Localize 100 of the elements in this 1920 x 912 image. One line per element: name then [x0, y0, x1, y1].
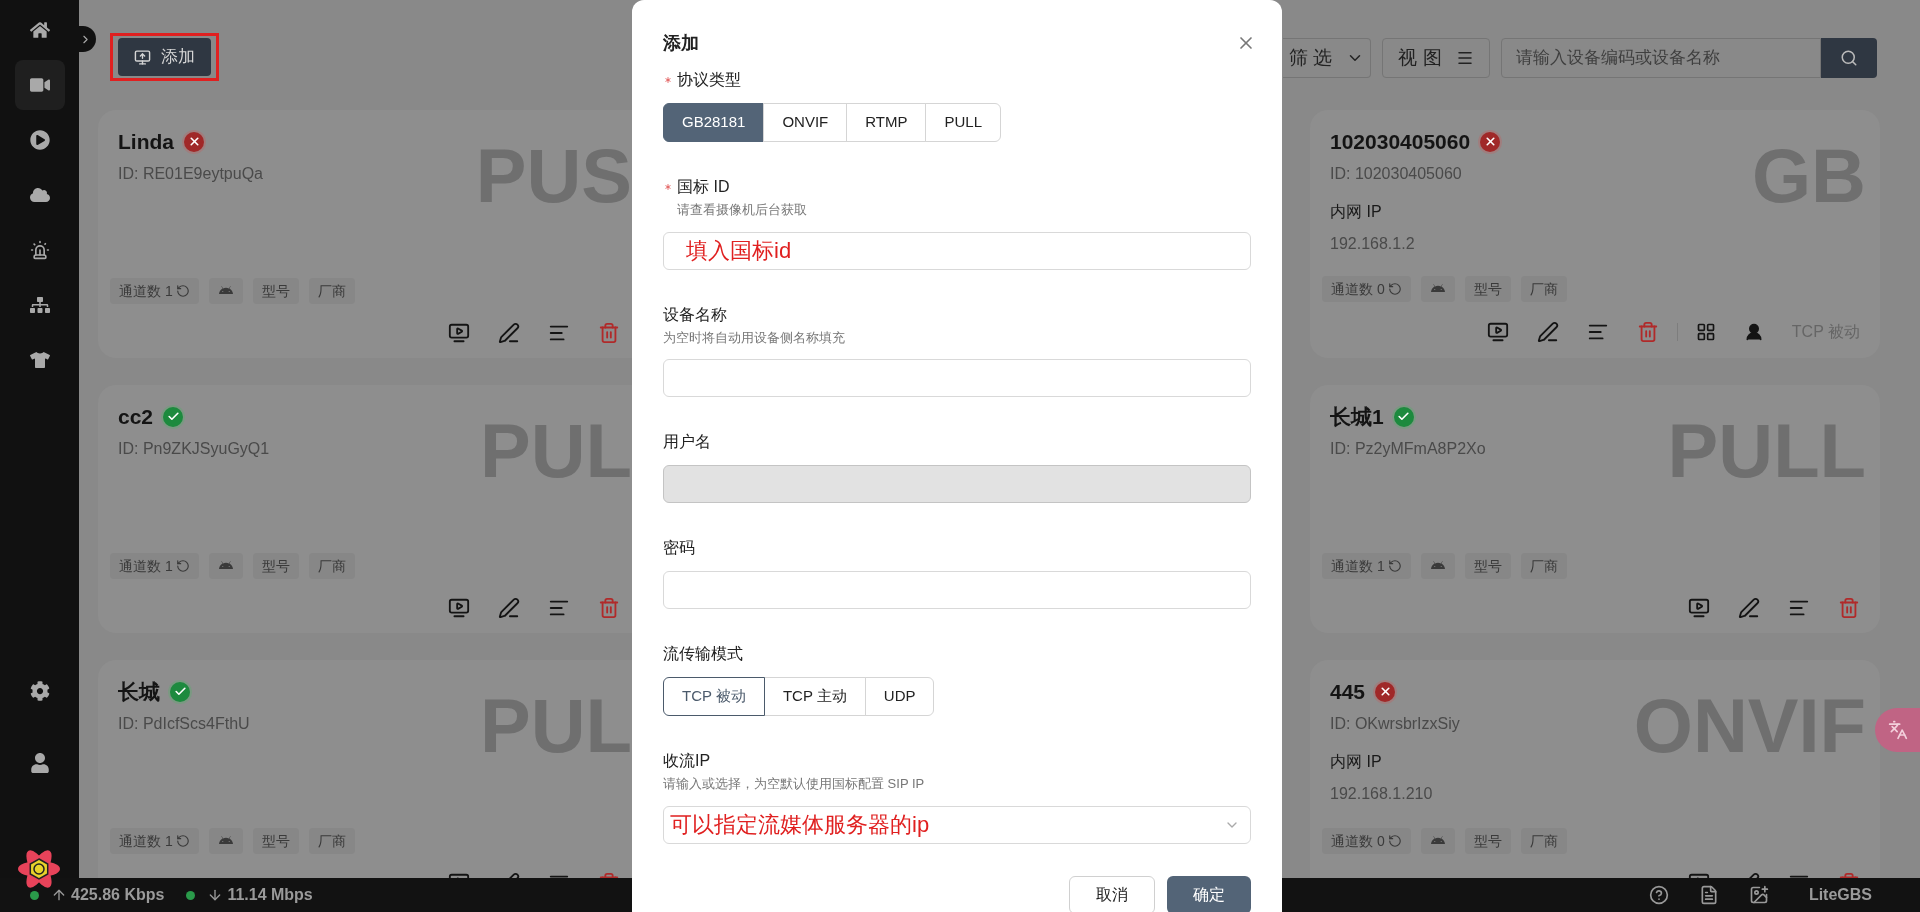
vendor-tag: 厂商 [308, 278, 355, 304]
field-hint: 为空时将自动用设备侧名称填充 [663, 328, 846, 347]
channel-count-tag: 通道数 0 [1322, 828, 1411, 854]
siren-icon [29, 240, 50, 260]
model-tag: 型号 [252, 553, 299, 579]
refresh-icon[interactable] [175, 834, 190, 848]
segment-option[interactable]: RTMP [846, 103, 927, 142]
grid-icon[interactable] [1695, 322, 1716, 342]
segment-option[interactable]: TCP 主动 [763, 677, 866, 716]
android-tag[interactable] [1420, 276, 1455, 302]
refresh-icon[interactable] [1387, 282, 1402, 296]
lan-ip: 192.168.1.210 [1329, 783, 1434, 804]
vendor-tag: 厂商 [1520, 276, 1567, 302]
text-field[interactable] [663, 571, 1251, 609]
upload-rate: 425.86 Kbps [71, 885, 165, 905]
field-hint: 请查看摄像机后台获取 [676, 201, 808, 219]
download-rate: 11.14 Mbps [227, 885, 313, 905]
cancel-button[interactable]: 取消 [1069, 875, 1155, 912]
add-button[interactable]: 添加 [118, 38, 211, 76]
person-icon[interactable] [1743, 322, 1764, 342]
cloud-icon [29, 185, 50, 205]
field-label: 密码 [663, 538, 695, 558]
model-tag: 型号 [1464, 276, 1511, 302]
device-id: ID: 102030405060 [1329, 163, 1463, 184]
edit-icon[interactable] [498, 322, 520, 344]
device-id: ID: Pz2yMFmA8P2Xo [1329, 438, 1487, 459]
android-tag[interactable] [208, 828, 243, 854]
vendor-tag: 厂商 [308, 828, 355, 854]
refresh-icon[interactable] [1387, 559, 1402, 573]
android-tag[interactable] [208, 278, 243, 304]
device-name: 445 [1330, 679, 1366, 705]
refresh-icon[interactable] [175, 284, 190, 298]
play-icon[interactable] [448, 597, 470, 619]
user-icon [29, 753, 50, 773]
search-button[interactable] [1821, 38, 1877, 78]
text-field[interactable]: 填入国标id [663, 231, 1251, 270]
play-icon[interactable] [448, 322, 470, 344]
screen-icon [134, 48, 151, 66]
field-label: 收流IP [663, 751, 711, 771]
play-icon[interactable] [1688, 597, 1710, 619]
edit-icon[interactable] [1738, 597, 1760, 619]
shirt-icon [29, 350, 50, 370]
vendor-tag: 厂商 [1520, 828, 1567, 854]
sidebar-item[interactable] [14, 60, 65, 110]
translate-button[interactable] [1875, 708, 1920, 752]
channel-count-tag: 通道数 1 [110, 278, 199, 304]
view-button[interactable]: 视 图 [1382, 38, 1490, 78]
edit-icon[interactable] [1536, 321, 1559, 343]
android-tag[interactable] [1420, 828, 1455, 854]
model-tag: 型号 [1464, 828, 1511, 854]
model-tag: 型号 [1464, 553, 1511, 579]
menu-icon [1455, 49, 1474, 67]
model-tag: 型号 [252, 828, 299, 854]
lan-ip-label: 内网 IP [1329, 201, 1383, 222]
text-field[interactable] [663, 359, 1251, 397]
channel-count-tag: 通道数 1 [1322, 553, 1411, 579]
brand-name: LiteGBS [1808, 885, 1872, 905]
play-icon [29, 130, 50, 150]
refresh-icon[interactable] [175, 559, 190, 573]
select-field[interactable]: 可以指定流媒体服务器的ip [663, 805, 1251, 844]
required-icon [663, 182, 673, 192]
lan-ip: 192.168.1.2 [1329, 233, 1416, 254]
segment-option[interactable]: ONVIF [763, 103, 848, 142]
dialog-title: 添加 [663, 31, 699, 55]
sidebar-toggle[interactable] [79, 26, 96, 52]
field-label: 国标 ID [677, 177, 730, 197]
device-id: ID: RE01E9eytpuQa [117, 163, 264, 184]
sitemap-icon [29, 295, 50, 315]
model-tag: 型号 [252, 278, 299, 304]
device-id: ID: Pn9ZKJSyuGyQ1 [117, 438, 271, 459]
device-name: 长城 [118, 679, 160, 705]
android-tag[interactable] [208, 553, 243, 579]
device-id: ID: OKwrsbrIzxSiy [1329, 713, 1461, 734]
play-icon[interactable] [1486, 321, 1509, 343]
field-label: 用户名 [663, 432, 711, 452]
translate-icon [1887, 720, 1908, 740]
segment-option[interactable]: UDP [864, 677, 935, 716]
channel-count-tag: 通道数 0 [1322, 276, 1411, 302]
filter-button[interactable]: 筛 选 [1283, 38, 1371, 78]
segment-option[interactable]: TCP 被动 [663, 677, 765, 716]
home-icon [29, 20, 50, 40]
required-icon [663, 75, 673, 85]
android-tag[interactable] [1420, 553, 1455, 579]
confirm-button[interactable]: 确定 [1167, 875, 1251, 912]
refresh-icon[interactable] [1387, 834, 1402, 848]
vendor-tag: 厂商 [1520, 553, 1567, 579]
segment-option[interactable]: GB28181 [663, 103, 765, 142]
device-name: 长城1 [1330, 404, 1384, 430]
image-icon[interactable] [1748, 885, 1769, 905]
segment-option[interactable]: PULL [925, 103, 1001, 142]
device-name: 102030405060 [1330, 129, 1471, 155]
field-label: 流传输模式 [663, 644, 743, 664]
channel-count-tag: 通道数 1 [110, 828, 199, 854]
edit-icon[interactable] [498, 597, 520, 619]
lan-ip-label: 内网 IP [1329, 751, 1383, 772]
video-camera-icon [29, 75, 50, 95]
field-hint: 请输入或选择，为空默认使用国标配置 SIP IP [663, 775, 926, 793]
help-icon[interactable] [1648, 885, 1669, 905]
search-icon [1840, 49, 1858, 67]
device-name: cc2 [118, 404, 154, 430]
